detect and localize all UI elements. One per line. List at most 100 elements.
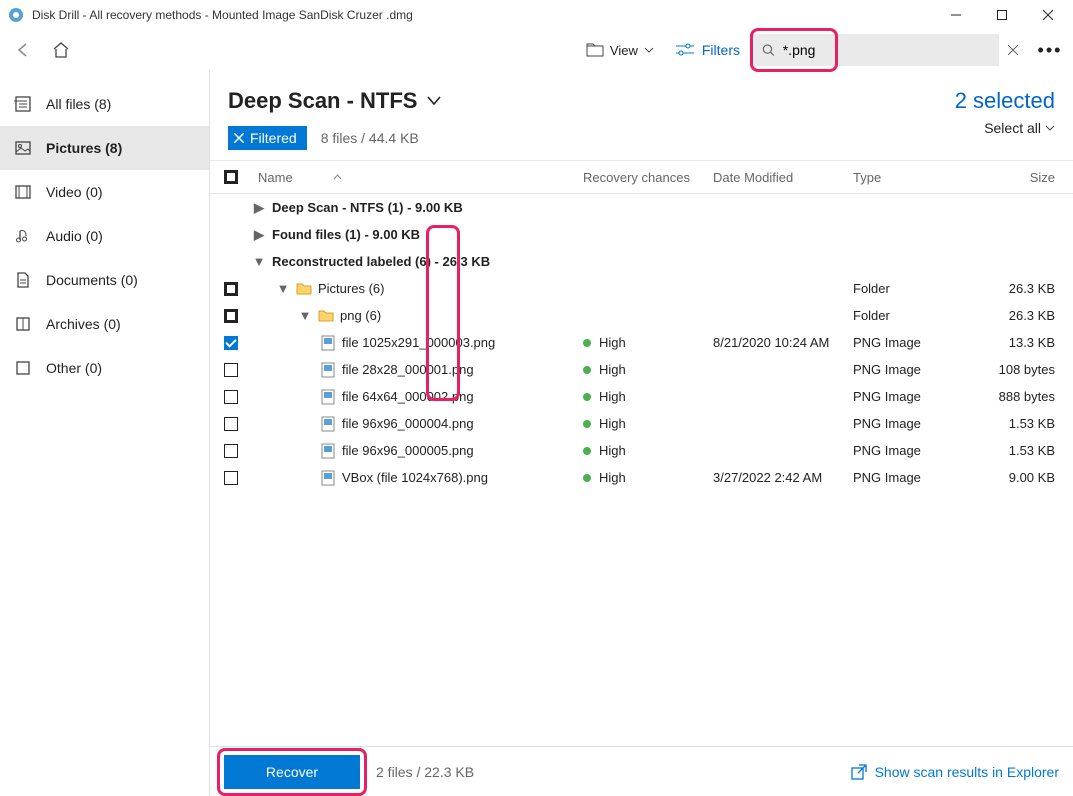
home-button[interactable] (46, 35, 76, 65)
file-row[interactable]: file 96x96_000004.png High PNG Image1.53 K… (210, 410, 1073, 437)
file-name: file 1025x291_000003.png (342, 335, 495, 350)
filters-button[interactable]: Filters (670, 38, 746, 62)
sidebar-label: Video (0) (46, 184, 103, 200)
row-size: 1.53 KB (973, 416, 1073, 431)
col-size[interactable]: Size (973, 170, 1073, 185)
sidebar: All files (8) Pictures (8) Video (0) Audio … (0, 70, 210, 796)
row-checkbox[interactable] (224, 444, 238, 458)
row-type: PNG Image (853, 416, 973, 431)
sort-asc-icon (333, 174, 342, 180)
more-button[interactable]: ••• (1035, 40, 1065, 61)
file-row[interactable]: file 28x28_000001.pngHighPNG Image108 by… (210, 356, 1073, 383)
row-chance: High (583, 335, 713, 350)
sidebar-item-files[interactable]: All files (8) (0, 82, 209, 126)
row-type: Folder (853, 281, 973, 296)
folder-label: Pictures (6) (318, 281, 384, 296)
maximize-button[interactable] (979, 0, 1025, 30)
row-size: 13.3 KB (973, 335, 1073, 350)
image-file-icon (320, 443, 336, 459)
folder-row[interactable]: ▼Pictures (6)Folder26.3 KB (210, 275, 1073, 302)
row-chance: High (583, 443, 713, 458)
chevron-down-icon[interactable]: ▼ (252, 254, 266, 269)
close-icon (234, 133, 244, 143)
group-row[interactable]: ▼ Reconstructed labeled (6) - 26.3 KB (210, 248, 1073, 275)
open-external-icon (851, 764, 867, 780)
row-checkbox[interactable] (224, 390, 238, 404)
file-row[interactable]: file 1025x291_000003.png High8/21/2020 10… (210, 329, 1073, 356)
chevron-down-icon[interactable]: ▼ (276, 281, 290, 296)
sidebar-item-documents[interactable]: Documents (0) (0, 258, 209, 302)
chevron-right-icon[interactable]: ▶ (252, 200, 266, 216)
chevron-down-icon (1045, 125, 1055, 131)
filtered-badge[interactable]: Filtered (228, 126, 307, 150)
header-checkbox[interactable] (224, 170, 238, 184)
audio-icon (14, 227, 32, 245)
search-input[interactable] (783, 42, 991, 58)
file-row[interactable]: file 96x96_000005.pngHighPNG Image1.53 K… (210, 437, 1073, 464)
chevron-down-icon (427, 96, 441, 106)
row-size: 26.3 KB (973, 308, 1073, 323)
group-label: Reconstructed labeled (6) - 26.3 KB (272, 254, 490, 269)
row-date: 8/21/2020 10:24 AM (713, 335, 853, 350)
chevron-down-icon[interactable]: ▼ (298, 308, 312, 323)
group-row[interactable]: ▶ Deep Scan - NTFS (1) - 9.00 KB (210, 194, 1073, 221)
scan-title[interactable]: Deep Scan - NTFS (228, 88, 441, 114)
close-button[interactable] (1025, 0, 1071, 30)
image-file-icon (320, 362, 336, 378)
row-size: 1.53 KB (973, 443, 1073, 458)
sidebar-item-video[interactable]: Video (0) (0, 170, 209, 214)
row-size: 9.00 KB (973, 470, 1073, 485)
image-file-icon (320, 416, 336, 432)
row-type: PNG Image (853, 389, 973, 404)
footer-summary: 2 files / 22.3 KB (376, 764, 474, 780)
col-date[interactable]: Date Modified (713, 170, 853, 185)
row-date: 3/27/2022 2:42 AM (713, 470, 853, 485)
row-type: PNG Image (853, 443, 973, 458)
col-name[interactable]: Name (252, 170, 583, 185)
search-clear-button[interactable] (999, 45, 1027, 55)
row-checkbox[interactable] (224, 336, 238, 350)
chevron-right-icon[interactable]: ▶ (252, 227, 266, 243)
window-title: Disk Drill - All recovery methods - Moun… (32, 8, 933, 22)
file-row[interactable]: file 64x64_000002.pngHighPNG Image888 by… (210, 383, 1073, 410)
col-type[interactable]: Type (853, 170, 973, 185)
group-label: Deep Scan - NTFS (1) - 9.00 KB (272, 200, 463, 215)
app-icon (8, 7, 24, 23)
group-label: Found files (1) - 9.00 KB (272, 227, 420, 242)
folder-label: png (6) (340, 308, 381, 323)
sidebar-label: Pictures (8) (46, 140, 122, 156)
files-icon (14, 95, 32, 113)
back-button[interactable] (8, 35, 38, 65)
row-checkbox[interactable] (224, 363, 238, 377)
sidebar-item-other[interactable]: Other (0) (0, 346, 209, 390)
sidebar-label: All files (8) (46, 96, 111, 112)
toolbar: View Filters ••• (0, 30, 1073, 70)
row-checkbox[interactable] (224, 309, 238, 323)
recover-button[interactable]: Recover (224, 755, 360, 789)
minimize-button[interactable] (933, 0, 979, 30)
group-row[interactable]: ▶ Found files (1) - 9.00 KB (210, 221, 1073, 248)
explorer-label: Show scan results in Explorer (875, 764, 1059, 780)
row-chance: High (583, 416, 713, 431)
sidebar-label: Audio (0) (46, 228, 103, 244)
row-checkbox[interactable] (224, 417, 238, 431)
row-checkbox[interactable] (224, 282, 238, 296)
table-header: Name Recovery chances Date Modified Type… (210, 160, 1073, 194)
explorer-link[interactable]: Show scan results in Explorer (851, 764, 1059, 780)
select-all-dropdown[interactable]: Select all (955, 120, 1055, 136)
filters-label: Filters (702, 42, 740, 58)
search-icon (762, 43, 775, 57)
folder-row[interactable]: ▼png (6)Folder26.3 KB (210, 302, 1073, 329)
row-checkbox[interactable] (224, 471, 238, 485)
sidebar-item-pictures[interactable]: Pictures (8) (0, 126, 209, 170)
documents-icon (14, 271, 32, 289)
file-name: file 96x96_000004.png (342, 416, 474, 431)
view-label: View (610, 43, 638, 58)
col-chances[interactable]: Recovery chances (583, 170, 713, 185)
search-box[interactable] (754, 34, 999, 66)
sidebar-item-archives[interactable]: Archives (0) (0, 302, 209, 346)
file-rows: ▶ Deep Scan - NTFS (1) - 9.00 KB ▶ Found fi… (210, 194, 1073, 746)
file-row[interactable]: VBox (file 1024x768).pngHigh3/27/2022 2:… (210, 464, 1073, 491)
sidebar-item-audio[interactable]: Audio (0) (0, 214, 209, 258)
view-dropdown[interactable]: View (578, 39, 662, 62)
